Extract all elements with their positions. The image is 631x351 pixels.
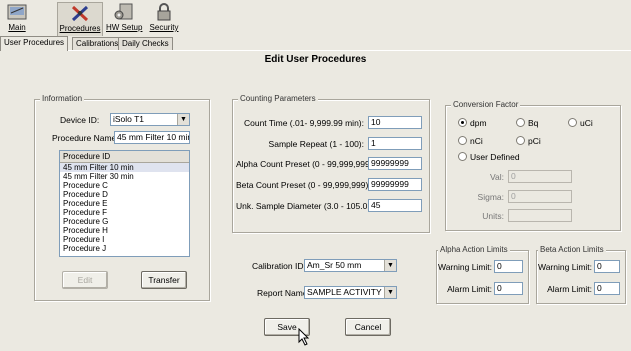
- radio-pci[interactable]: pCi: [516, 136, 541, 146]
- radio-user-defined-label: User Defined: [470, 152, 520, 162]
- radio-icon: [516, 118, 525, 127]
- list-item[interactable]: 45 mm Filter 30 min: [60, 172, 189, 181]
- units-input[interactable]: [508, 209, 572, 222]
- alpha-warning-input[interactable]: 0: [494, 260, 523, 273]
- procedures-icon: [71, 5, 89, 22]
- radio-nci[interactable]: nCi: [458, 136, 483, 146]
- main-button[interactable]: Main: [4, 2, 30, 35]
- radio-uci-label: uCi: [580, 118, 593, 128]
- transfer-button[interactable]: Transfer: [141, 271, 187, 289]
- calibration-id-select[interactable]: Am_Sr 50 mm ▼: [304, 259, 397, 272]
- radio-user-defined[interactable]: User Defined: [458, 152, 520, 162]
- radio-uci[interactable]: uCi: [568, 118, 593, 128]
- beta-count-preset-label: Beta Count Preset (0 - 99,999,999):: [236, 180, 371, 190]
- calibration-id-value: Am_Sr 50 mm: [307, 260, 362, 270]
- radio-dpm[interactable]: dpm: [458, 118, 487, 128]
- hw-setup-button[interactable]: HW Setup: [106, 2, 142, 35]
- tab-user-procedures[interactable]: User Procedures: [0, 36, 69, 51]
- list-item[interactable]: Procedure G: [60, 217, 189, 226]
- procedures-label: Procedures: [59, 24, 101, 33]
- chevron-down-icon: ▼: [177, 114, 189, 125]
- sigma-label: Sigma:: [477, 192, 504, 202]
- cancel-button[interactable]: Cancel: [345, 318, 391, 336]
- tab-calibrations[interactable]: Calibrations: [72, 37, 123, 50]
- main-icon: [7, 4, 27, 20]
- chevron-down-icon: ▼: [384, 287, 396, 298]
- alpha-alarm-input[interactable]: 0: [494, 282, 523, 295]
- procedure-list-header: Procedure ID: [60, 151, 189, 163]
- device-id-value: iSolo T1: [113, 114, 145, 124]
- list-item[interactable]: Procedure C: [60, 181, 189, 190]
- val-input[interactable]: 0: [508, 170, 572, 183]
- cursor-icon: [298, 328, 310, 346]
- radio-icon: [458, 152, 467, 161]
- calibration-id-label: Calibration ID:: [252, 261, 306, 271]
- page-title: Edit User Procedures: [264, 54, 367, 65]
- toolbar: Main Procedures HW Setup Security: [0, 0, 631, 36]
- procedure-name-input[interactable]: 45 mm Filter 10 min: [114, 131, 190, 144]
- edit-button[interactable]: Edit: [62, 271, 108, 289]
- device-id-select[interactable]: iSolo T1 ▼: [110, 113, 190, 126]
- sample-repeat-input[interactable]: 1: [368, 137, 422, 150]
- beta-alarm-label: Alarm Limit:: [547, 284, 592, 294]
- list-item[interactable]: Procedure J: [60, 244, 189, 253]
- conversion-factor-legend: Conversion Factor: [451, 100, 521, 109]
- radio-selected-icon: [458, 118, 467, 127]
- sample-diameter-label: Unk. Sample Diameter (3.0 - 105.0 mm):: [236, 201, 390, 211]
- radio-icon: [458, 136, 467, 145]
- radio-pci-label: pCi: [528, 136, 541, 146]
- report-name-select[interactable]: SAMPLE ACTIVITY ▼: [304, 286, 397, 299]
- beta-action-limits-group: Beta Action Limits: [536, 245, 626, 304]
- hw-setup-label: HW Setup: [106, 23, 143, 32]
- radio-bq[interactable]: Bq: [516, 118, 538, 128]
- sample-repeat-label: Sample Repeat (1 - 100):: [268, 139, 364, 149]
- units-label: Units:: [482, 211, 504, 221]
- val-label: Val:: [489, 172, 504, 182]
- security-label: Security: [149, 23, 179, 32]
- radio-dpm-label: dpm: [470, 118, 487, 128]
- hw-setup-icon: [114, 3, 133, 20]
- list-item[interactable]: Procedure I: [60, 235, 189, 244]
- alpha-count-preset-input[interactable]: 99999999: [368, 157, 422, 170]
- list-item[interactable]: Procedure D: [60, 190, 189, 199]
- alpha-alarm-label: Alarm Limit:: [447, 284, 492, 294]
- beta-alarm-input[interactable]: 0: [594, 282, 620, 295]
- tab-bar: User Procedures Calibrations Daily Check…: [0, 36, 631, 51]
- alpha-action-limits-group: Alpha Action Limits: [436, 245, 529, 304]
- procedure-name-label: Procedure Name:: [52, 133, 119, 143]
- radio-icon: [568, 118, 577, 127]
- alpha-count-preset-label: Alpha Count Preset (0 - 99,999,999):: [236, 159, 375, 169]
- sample-diameter-input[interactable]: 45: [368, 199, 422, 212]
- radio-nci-label: nCi: [470, 136, 483, 146]
- count-time-input[interactable]: 10: [368, 116, 422, 129]
- list-item[interactable]: Procedure F: [60, 208, 189, 217]
- sigma-input[interactable]: 0: [508, 190, 572, 203]
- device-id-label: Device ID:: [60, 115, 100, 125]
- list-item[interactable]: Procedure E: [60, 199, 189, 208]
- beta-count-preset-input[interactable]: 99999999: [368, 178, 422, 191]
- count-time-label: Count Time (.01- 9,999.99 min):: [243, 118, 364, 128]
- beta-warning-input[interactable]: 0: [594, 260, 620, 273]
- alpha-warning-label: Warning Limit:: [438, 262, 493, 272]
- chevron-down-icon: ▼: [384, 260, 396, 271]
- radio-icon: [516, 136, 525, 145]
- counting-parameters-legend: Counting Parameters: [238, 94, 318, 103]
- lock-icon: [157, 3, 171, 21]
- report-name-label: Report Name:: [257, 288, 310, 298]
- procedures-button[interactable]: Procedures: [57, 2, 103, 36]
- list-item[interactable]: Procedure H: [60, 226, 189, 235]
- alpha-action-limits-legend: Alpha Action Limits: [438, 245, 510, 254]
- list-item[interactable]: 45 mm Filter 10 min: [60, 163, 189, 172]
- beta-warning-label: Warning Limit:: [538, 262, 593, 272]
- beta-action-limits-legend: Beta Action Limits: [538, 245, 606, 254]
- radio-bq-label: Bq: [528, 118, 539, 128]
- tab-daily-checks[interactable]: Daily Checks: [118, 37, 173, 50]
- report-name-value: SAMPLE ACTIVITY: [307, 287, 382, 297]
- information-legend: Information: [40, 94, 85, 103]
- procedure-list[interactable]: Procedure ID 45 mm Filter 10 min 45 mm F…: [59, 150, 190, 257]
- security-button[interactable]: Security: [147, 2, 181, 35]
- main-label: Main: [8, 23, 26, 32]
